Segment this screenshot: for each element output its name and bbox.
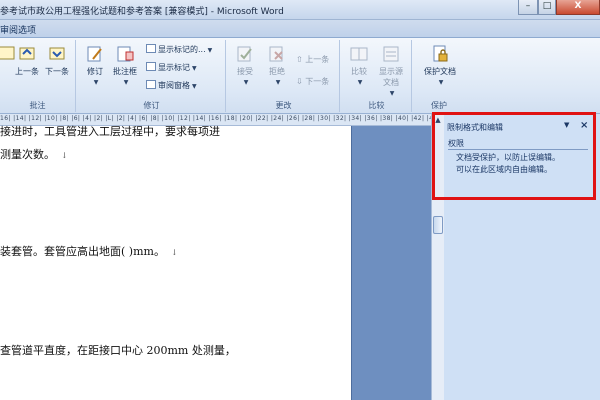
minimize-button[interactable]: – (518, 0, 538, 15)
show-source-button[interactable]: 显示源文档 ▼ (376, 44, 406, 97)
compare-group-label: 比较 (368, 101, 385, 110)
protect-group: 保护文档 ▼ 保护 (414, 40, 464, 112)
document-page[interactable]: 接进时，工具管进入工层过程中，要求每项进 测量次数。 ↓ 装套管。套管应高出地面(… (0, 123, 352, 400)
next-change-icon: ⇩ (296, 77, 303, 86)
accept-button[interactable]: 接受 ▼ (230, 44, 260, 86)
scroll-thumb[interactable] (433, 216, 443, 234)
document-line-text: 查管道平直度，在距接口中心 200mm 处测量， (0, 344, 236, 357)
dropdown-arrow-icon: ▼ (192, 83, 197, 90)
maximize-button[interactable]: □ (538, 0, 556, 15)
changes-group-label: 更改 (275, 101, 292, 110)
tracking-group-label: 修订 (143, 101, 160, 110)
paragraph-mark-icon: ↓ (61, 151, 68, 160)
track-changes-label: 修订 (87, 67, 103, 76)
ribbon-tab-strip: 审阅选项 ? (0, 20, 600, 54)
reject-label: 拒绝 (269, 67, 285, 76)
previous-change-button[interactable]: ⇧ 上一条 (296, 54, 329, 65)
dropdown-arrow-icon: ▼ (93, 79, 99, 86)
document-line[interactable]: 装套管。套管应高出地面( )mm。 ↓ (0, 243, 178, 259)
ribbon: 上一条 下一条 批注 修订 ▼ 批注框 ▼ 显示标记的... ▼ 显示标记 ▼ 审阅窗格… (0, 38, 600, 114)
dropdown-arrow-icon: ▼ (389, 90, 395, 97)
previous-comment-button[interactable]: 上一条 (12, 44, 42, 77)
minimize-icon: – (525, 1, 531, 11)
show-markup-button[interactable]: 显示标记 ▼ (146, 62, 197, 73)
protect-document-label: 保护文档 (424, 67, 456, 76)
accept-label: 接受 (237, 67, 253, 76)
document-line[interactable]: 查管道平直度，在距接口中心 200mm 处测量， (0, 342, 236, 358)
dropdown-arrow-icon: ▼ (275, 79, 281, 86)
display-review-icon (146, 44, 156, 53)
dropdown-arrow-icon: ▼ (357, 79, 363, 86)
track-changes-icon (87, 46, 102, 62)
reject-button[interactable]: 拒绝 ▼ (262, 44, 292, 86)
document-line-text: 装套管。套管应高出地面( )mm。 (0, 245, 165, 258)
next-change-button[interactable]: ⇩ 下一条 (296, 76, 329, 87)
previous-change-icon: ⇧ (296, 55, 303, 64)
document-line[interactable]: 测量次数。 ↓ (0, 146, 68, 162)
close-icon: X (574, 1, 582, 11)
highlight-box (432, 112, 596, 200)
dropdown-arrow-icon: ▼ (123, 79, 129, 86)
next-comment-button[interactable]: 下一条 (42, 44, 72, 77)
compare-group: 比较 ▼ 显示源文档 ▼ 比较 (342, 40, 412, 112)
comments-group-label: 批注 (29, 101, 46, 110)
compare-button[interactable]: 比较 ▼ (344, 44, 374, 86)
document-line-text: 接进时，工具管进入工层过程中，要求每项进 (0, 125, 220, 138)
show-source-icon (383, 46, 399, 62)
show-markup-icon (146, 62, 156, 71)
reviewing-pane-icon (146, 80, 156, 89)
document-line[interactable]: 接进时，工具管进入工层过程中，要求每项进 (0, 123, 220, 139)
track-changes-button[interactable]: 修订 ▼ (80, 44, 110, 86)
compare-label: 比较 (351, 67, 367, 76)
title-bar: 参考试市政公用工程强化试题和参考答案 [兼容模式] - Microsoft Wo… (0, 0, 600, 20)
display-for-review-value: 显示标记的... (158, 45, 206, 54)
compare-icon (350, 47, 368, 61)
protect-document-button[interactable]: 保护文档 ▼ (420, 44, 460, 86)
dropdown-arrow-icon: ▼ (438, 79, 444, 86)
window-title: 参考试市政公用工程强化试题和参考答案 [兼容模式] - Microsoft Wo… (0, 7, 284, 17)
next-comment-label: 下一条 (45, 67, 69, 76)
display-for-review-dropdown[interactable]: 显示标记的... ▼ (146, 44, 212, 55)
balloons-icon (117, 46, 134, 62)
previous-comment-icon (19, 47, 35, 60)
comments-group: 上一条 下一条 批注 (0, 40, 76, 112)
accept-icon (237, 46, 252, 62)
reject-icon (269, 46, 283, 62)
balloons-label: 批注框 (113, 67, 137, 76)
show-markup-label: 显示标记 (158, 63, 190, 72)
tracking-group: 修订 ▼ 批注框 ▼ 显示标记的... ▼ 显示标记 ▼ 审阅窗格 ▼ 修订 (78, 40, 226, 112)
reviewing-pane-label: 审阅窗格 (158, 81, 190, 90)
show-source-label: 显示源文档 (379, 67, 403, 87)
balloons-button[interactable]: 批注框 ▼ (110, 44, 140, 86)
protect-document-icon (433, 45, 448, 62)
dropdown-arrow-icon: ▼ (207, 47, 213, 54)
previous-change-label: 上一条 (305, 55, 330, 64)
changes-group: 接受 ▼ 拒绝 ▼ ⇧ 上一条 ⇩ 下一条 更改 (228, 40, 340, 112)
protect-group-label: 保护 (431, 101, 447, 110)
ruler-numbers: 16| |14| |12| |10| |8| |6| |4| |2| |L| |… (0, 115, 469, 122)
close-button[interactable]: X (556, 0, 600, 15)
document-line-text: 测量次数。 (0, 148, 55, 161)
tab-review[interactable]: 审阅选项 (0, 23, 36, 36)
next-comment-icon (49, 47, 65, 60)
dropdown-arrow-icon: ▼ (192, 65, 197, 72)
reviewing-pane-button[interactable]: 审阅窗格 ▼ (146, 80, 197, 91)
maximize-icon: □ (542, 1, 552, 11)
paragraph-mark-icon: ↓ (170, 248, 178, 257)
previous-comment-label: 上一条 (15, 67, 39, 76)
next-change-label: 下一条 (305, 77, 330, 86)
dropdown-arrow-icon: ▼ (243, 79, 249, 86)
